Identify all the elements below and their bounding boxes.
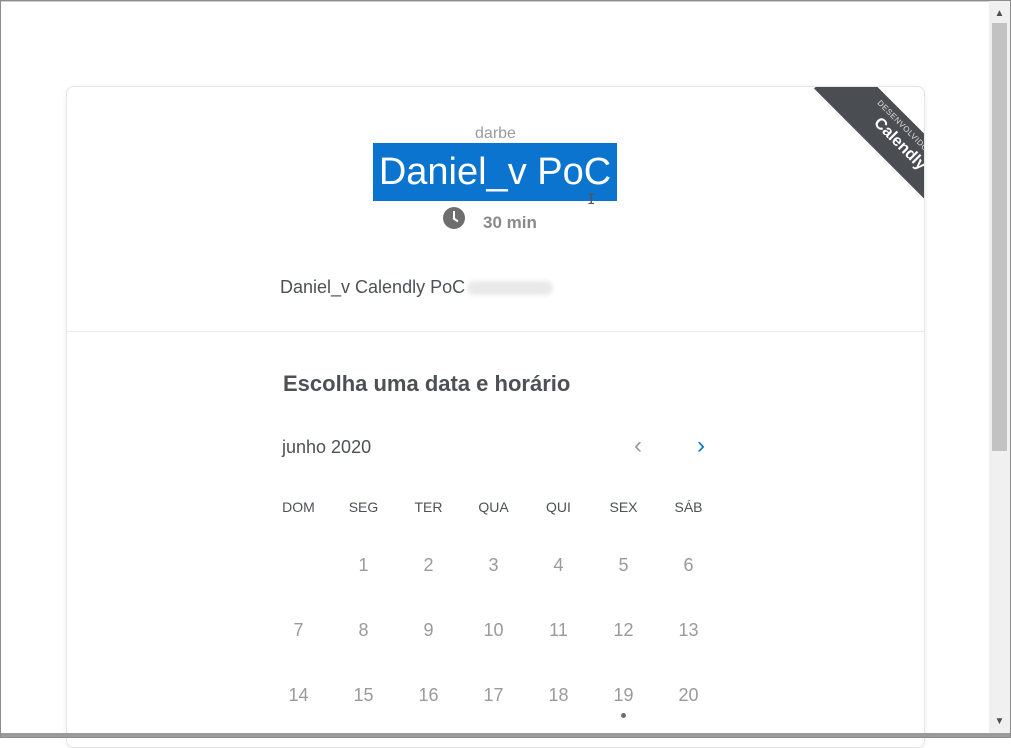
window-frame (0, 0, 1011, 738)
